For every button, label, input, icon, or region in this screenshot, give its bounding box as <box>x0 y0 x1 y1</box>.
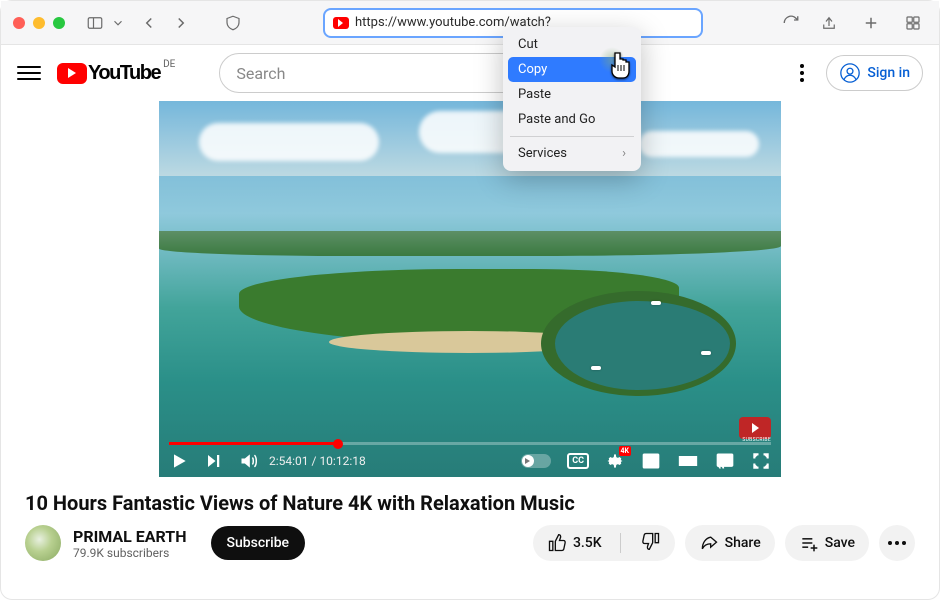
user-icon <box>839 62 861 84</box>
close-window-button[interactable] <box>13 17 25 29</box>
subscriber-count: 79.9K subscribers <box>73 546 187 560</box>
menu-button[interactable] <box>17 61 41 85</box>
like-dislike-group: 3.5K <box>533 525 675 561</box>
subscribe-button[interactable]: Subscribe <box>211 526 306 560</box>
video-meta-row: PRIMAL EARTH 79.9K subscribers Subscribe… <box>1 525 939 561</box>
share-arrow-icon <box>699 533 719 553</box>
youtube-logo[interactable]: YouTube DE <box>57 62 173 85</box>
search-input[interactable]: Search <box>219 53 505 93</box>
video-title: 10 Hours Fantastic Views of Nature 4K wi… <box>25 491 939 515</box>
boat-shape <box>651 301 661 305</box>
save-label: Save <box>825 535 855 551</box>
reload-button[interactable] <box>777 11 805 35</box>
play-button[interactable] <box>169 451 189 471</box>
ctx-paste[interactable]: Paste <box>508 82 636 107</box>
settings-menu-button[interactable] <box>792 56 812 90</box>
browser-toolbar: https://www.youtube.com/watch? <box>1 1 939 45</box>
forward-button[interactable] <box>167 11 195 35</box>
like-count: 3.5K <box>573 535 602 551</box>
channel-avatar[interactable] <box>25 525 61 561</box>
cloud-shape <box>639 131 759 157</box>
cursor-pointer-icon <box>607 51 633 85</box>
quality-badge: 4K <box>619 446 631 456</box>
time-display: 2:54:01 / 10:12:18 <box>269 454 366 468</box>
next-button[interactable] <box>205 452 223 470</box>
zoom-window-button[interactable] <box>53 17 65 29</box>
tab-overview-icon[interactable] <box>899 11 927 35</box>
captions-button[interactable]: CC <box>567 453 589 469</box>
playlist-add-icon <box>799 533 819 553</box>
ctx-cut-label: Cut <box>518 37 538 52</box>
sign-in-label: Sign in <box>867 65 910 81</box>
miniplayer-button[interactable] <box>641 451 661 471</box>
sidebar-toggle-icon[interactable] <box>81 11 109 35</box>
dislike-button[interactable] <box>629 531 675 555</box>
settings-button[interactable]: 4K <box>605 451 625 471</box>
traffic-lights[interactable] <box>13 17 65 29</box>
minimize-window-button[interactable] <box>33 17 45 29</box>
youtube-logo-text: YouTube <box>88 62 160 85</box>
context-menu: Cut Copy Paste Paste and Go Services › <box>503 27 641 171</box>
chevron-down-icon[interactable] <box>111 11 125 35</box>
youtube-logo-icon <box>57 63 87 84</box>
share-label: Share <box>725 535 761 551</box>
player-controls: 2:54:01 / 10:12:18 CC 4K <box>159 445 781 477</box>
channel-name[interactable]: PRIMAL EARTH <box>73 527 187 546</box>
ctx-paste-and-go[interactable]: Paste and Go <box>508 107 636 132</box>
cc-label: CC <box>567 453 589 469</box>
like-separator <box>620 533 621 553</box>
sign-in-button[interactable]: Sign in <box>826 55 923 91</box>
region-code: DE <box>163 59 175 70</box>
thumbs-down-icon <box>641 531 661 551</box>
cloud-shape <box>199 123 379 161</box>
back-button[interactable] <box>135 11 163 35</box>
video-player[interactable]: SUBSCRIBE 2:54:01 / 10:12:18 CC 4K <box>159 101 781 477</box>
more-actions-button[interactable] <box>879 525 915 561</box>
ctx-paste-label: Paste <box>518 87 551 102</box>
ctx-paste-go-label: Paste and Go <box>518 112 595 127</box>
autoplay-toggle[interactable] <box>521 454 551 468</box>
chevron-right-icon: › <box>622 146 626 161</box>
theater-mode-button[interactable] <box>677 451 699 471</box>
subscribe-label: Subscribe <box>227 535 290 551</box>
new-tab-button[interactable] <box>857 11 885 35</box>
youtube-favicon-icon <box>333 17 349 29</box>
lagoon-shape <box>541 291 736 396</box>
share-button[interactable]: Share <box>685 525 775 561</box>
landmass-shape <box>159 231 781 256</box>
save-button[interactable]: Save <box>785 525 869 561</box>
volume-button[interactable] <box>239 451 259 471</box>
ctx-separator <box>510 136 634 137</box>
more-icon <box>888 541 906 545</box>
cast-button[interactable] <box>715 451 735 471</box>
thumbs-up-icon <box>547 533 567 553</box>
fullscreen-button[interactable] <box>751 451 771 471</box>
ctx-copy-label: Copy <box>518 62 547 77</box>
like-button[interactable]: 3.5K <box>547 533 602 553</box>
shield-icon[interactable] <box>219 11 247 35</box>
ctx-services-label: Services <box>518 146 567 161</box>
channel-watermark[interactable] <box>739 417 771 439</box>
boat-shape <box>701 351 711 355</box>
boat-shape <box>591 366 601 370</box>
share-icon[interactable] <box>815 11 843 35</box>
ctx-services[interactable]: Services › <box>508 141 636 166</box>
youtube-header: YouTube DE Search Sign in <box>1 45 939 101</box>
search-placeholder: Search <box>236 64 285 83</box>
